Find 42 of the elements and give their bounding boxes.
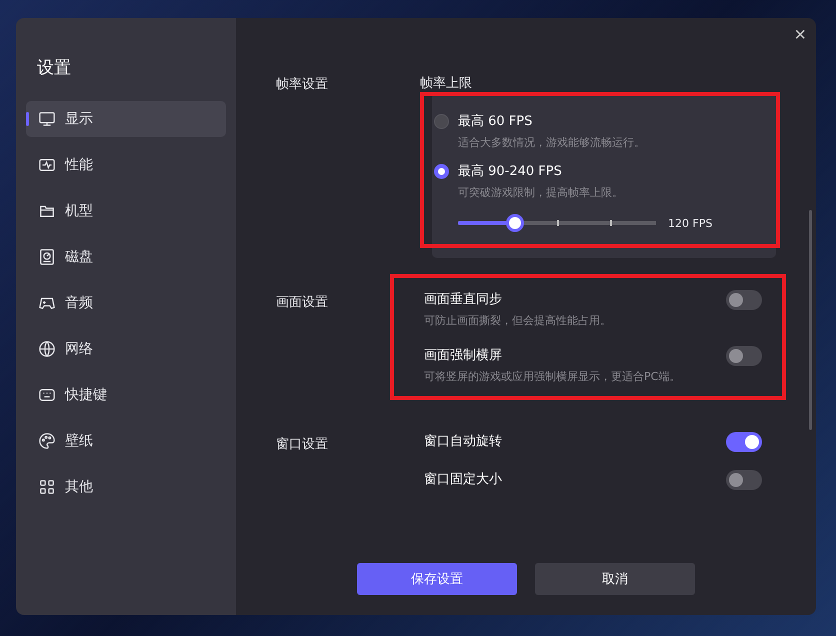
section-label: 窗口设置	[276, 436, 329, 454]
option-description: 适合大多数情况，游戏能够流畅运行。	[458, 135, 646, 150]
keyboard-icon	[38, 386, 56, 404]
sidebar-item[interactable]: 性能	[26, 147, 226, 183]
sidebar-item[interactable]: 显示	[26, 101, 226, 137]
sidebar-item[interactable]: 机型	[26, 193, 226, 229]
sidebar-item[interactable]: 壁纸	[26, 423, 226, 459]
sidebar-item[interactable]: 网络	[26, 331, 226, 367]
option-title: 最高 90-240 FPS	[458, 163, 562, 180]
globe-icon	[38, 340, 56, 358]
option-title: 最高 60 FPS	[458, 113, 532, 130]
option-description: 可突破游戏限制，提高帧率上限。	[458, 185, 624, 200]
toggle-switch[interactable]	[726, 346, 762, 366]
toggle-switch[interactable]	[726, 290, 762, 310]
section-label: 画面设置	[276, 294, 329, 312]
slider-reading: 120 FPS	[668, 216, 712, 230]
setting-description: 可防止画面撕裂，但会提高性能占用。	[424, 313, 611, 328]
sidebar-title: 设置	[37, 57, 72, 79]
slider-thumb[interactable]	[506, 214, 524, 232]
cancel-button[interactable]: 取消	[535, 563, 695, 595]
sidebar-item[interactable]: 其他	[26, 469, 226, 505]
sidebar-item[interactable]: 磁盘	[26, 239, 226, 275]
sidebar-item[interactable]: 快捷键	[26, 377, 226, 413]
setting-title: 窗口固定大小	[424, 471, 502, 488]
radio-button[interactable]	[434, 164, 449, 178]
toggle-switch[interactable]	[726, 470, 762, 490]
sidebar-item[interactable]: 音频	[26, 285, 226, 321]
setting-title: 画面强制横屏	[424, 347, 503, 364]
radio-button[interactable]	[434, 114, 449, 128]
scrollbar[interactable]	[809, 210, 812, 430]
pulse-icon	[38, 156, 56, 174]
section-heading: 帧率上限	[420, 75, 473, 92]
save-button[interactable]: 保存设置	[357, 563, 517, 595]
monitor-icon	[38, 110, 56, 128]
grid-icon	[38, 478, 56, 496]
setting-title: 窗口自动旋转	[424, 433, 502, 450]
setting-title: 画面垂直同步	[424, 291, 503, 308]
section-label: 帧率设置	[276, 76, 329, 94]
close-button[interactable]: ×	[790, 22, 810, 49]
setting-description: 可将竖屏的游戏或应用强制横屏显示，更适合PC端。	[424, 369, 680, 384]
toggle-switch[interactable]	[726, 432, 762, 452]
palette-icon	[38, 432, 56, 450]
